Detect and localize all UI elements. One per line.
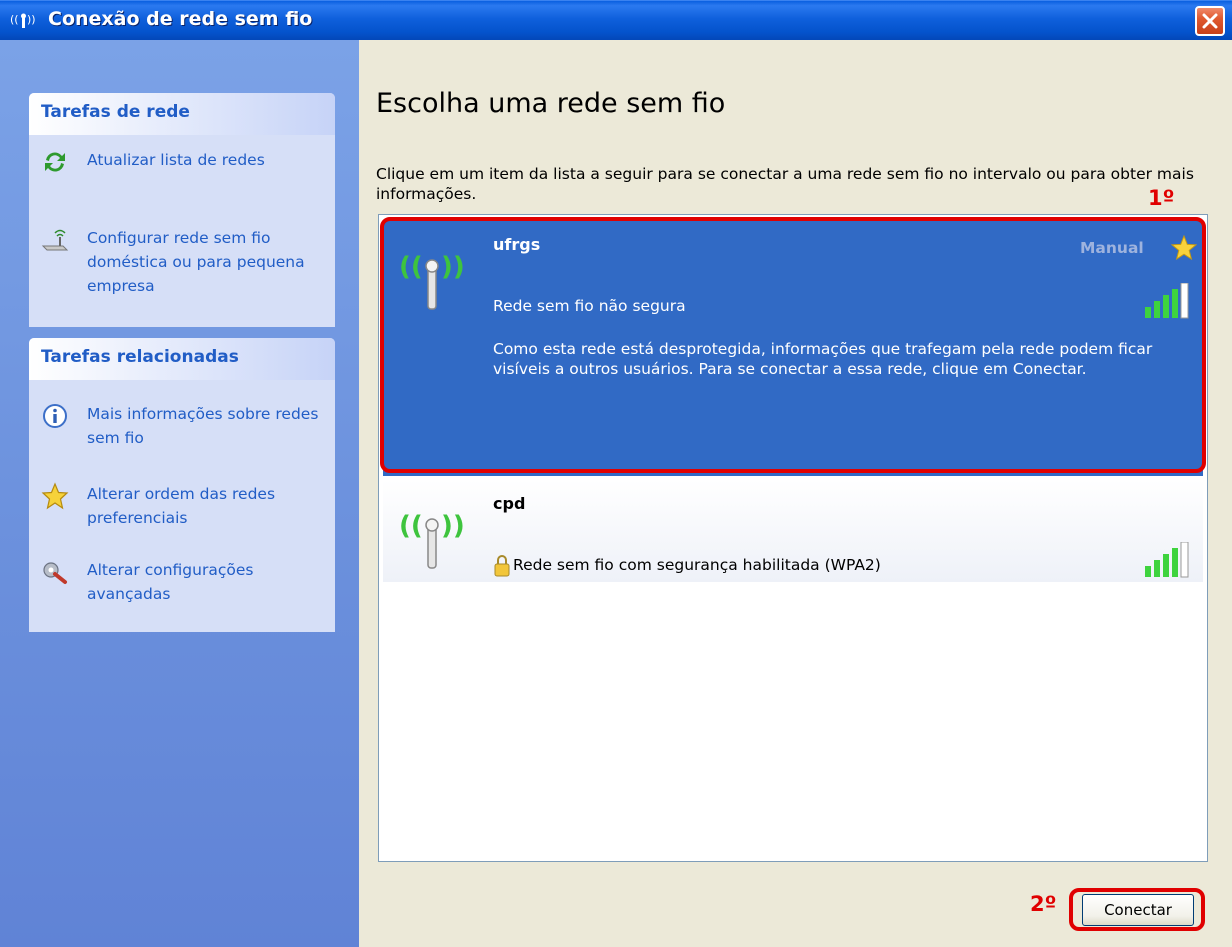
settings-icon — [43, 562, 67, 584]
network-tasks-title: Tarefas de rede — [29, 93, 335, 135]
task-setup-wireless[interactable]: Configurar rede sem fio doméstica ou par… — [41, 226, 331, 304]
signal-strength-icon — [1145, 542, 1189, 578]
window-title: Conexão de rede sem fio — [48, 8, 313, 30]
task-advanced-settings[interactable]: Alterar configurações avançadas — [41, 558, 331, 610]
task-refresh-networks[interactable]: Atualizar lista de redes — [41, 148, 331, 178]
close-icon — [1202, 13, 1218, 29]
task-panel: Tarefas de rede Atualizar lista de redes… — [0, 40, 359, 947]
title-bar: (( )) Conexão de rede sem fio — [0, 0, 1232, 40]
network-name: cpd — [493, 494, 526, 513]
lock-icon — [494, 555, 510, 577]
page-description: Clique em um item da lista a seguir para… — [376, 165, 1194, 203]
network-tasks-box: Tarefas de rede Atualizar lista de redes… — [29, 93, 335, 327]
task-label: Alterar ordem das redes preferenciais — [87, 485, 276, 527]
wireless-antenna-icon: (( )) — [399, 511, 465, 569]
close-button[interactable] — [1195, 6, 1225, 36]
network-status: Rede sem fio com segurança habilitada (W… — [513, 556, 881, 574]
related-tasks-box: Tarefas relacionadas Mais informações so… — [29, 338, 335, 632]
svg-text:((: (( — [399, 511, 423, 541]
wireless-network-icon: (( )) — [10, 13, 36, 28]
annotation-highlight-step2 — [1069, 888, 1205, 931]
related-tasks-title: Tarefas relacionadas — [29, 338, 335, 380]
star-icon — [41, 482, 69, 510]
svg-text:)): )) — [27, 13, 36, 26]
task-label: Alterar configurações avançadas — [87, 561, 254, 603]
info-icon — [43, 404, 67, 428]
annotation-highlight-step1 — [380, 217, 1206, 473]
task-label: Configurar rede sem fio doméstica ou par… — [87, 229, 305, 295]
svg-text:)): )) — [441, 511, 465, 541]
task-label: Mais informações sobre redes sem fio — [87, 405, 319, 447]
wireless-setup-icon — [41, 229, 69, 251]
task-label: Atualizar lista de redes — [87, 151, 265, 169]
refresh-icon — [45, 152, 65, 172]
annotation-step1-label: 1º — [1148, 186, 1175, 210]
task-preferred-order[interactable]: Alterar ordem das redes preferenciais — [41, 482, 331, 534]
task-more-info[interactable]: Mais informações sobre redes sem fio — [41, 402, 331, 454]
network-item-cpd[interactable]: (( )) cpd Rede sem fio com segurança hab… — [383, 480, 1203, 582]
svg-text:((: (( — [10, 13, 19, 26]
annotation-step2-label: 2º — [1030, 892, 1057, 916]
page-title: Escolha uma rede sem fio — [376, 88, 726, 119]
